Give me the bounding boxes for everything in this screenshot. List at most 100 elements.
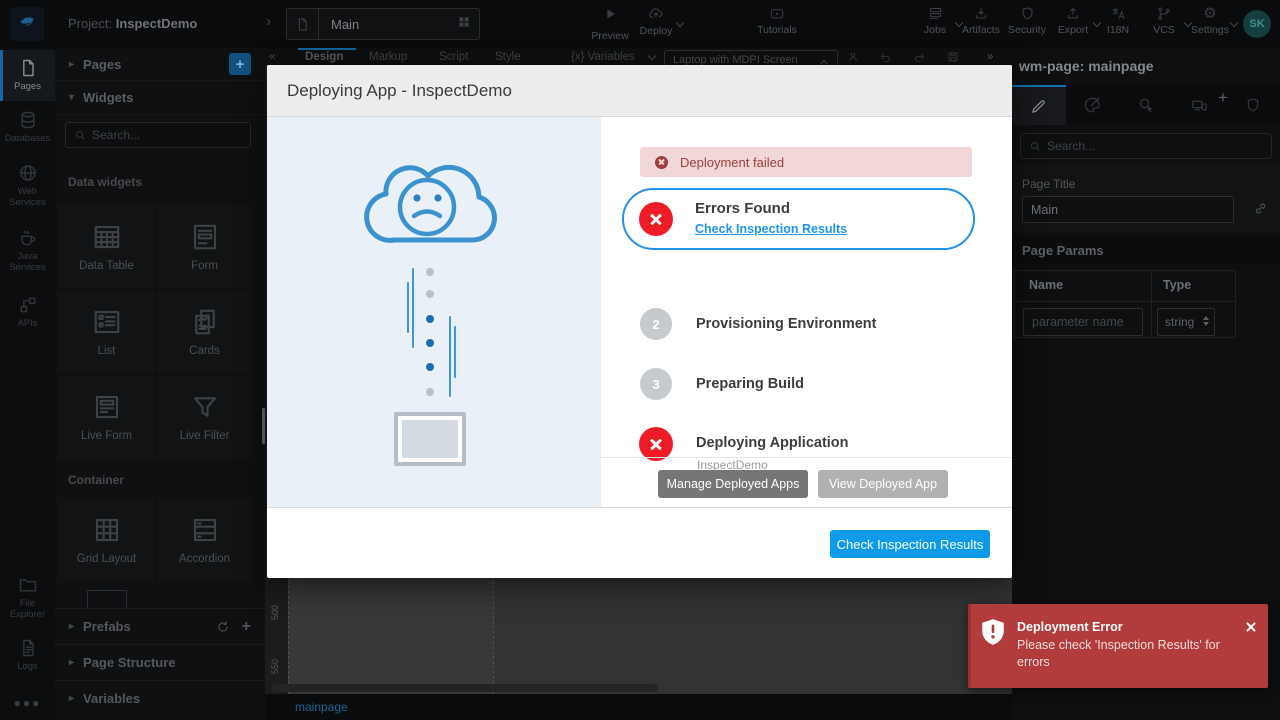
download-icon — [973, 6, 989, 21]
widget-card-grid-layout[interactable]: Grid Layout — [58, 498, 155, 582]
wavemaker-logo-icon[interactable] — [10, 7, 44, 41]
param-type-select[interactable]: string — [1157, 308, 1215, 336]
manage-deployed-apps-button[interactable]: Manage Deployed Apps — [658, 470, 808, 498]
divider — [601, 457, 1012, 458]
git-branch-icon — [1156, 6, 1172, 21]
shield-icon — [1245, 97, 1261, 113]
jobs-button[interactable]: Jobs — [912, 6, 958, 36]
save-icon[interactable] — [947, 51, 959, 63]
user-avatar[interactable]: SK — [1243, 10, 1271, 38]
param-name-input[interactable] — [1023, 308, 1143, 336]
modal-header: Deploying App - InspectDemo — [267, 65, 1012, 117]
tutorials-button[interactable]: Tutorials — [754, 6, 800, 36]
device-selector[interactable]: Laptop with MDPI Screen — [664, 50, 838, 65]
active-page-label[interactable]: mainpage — [295, 700, 348, 714]
settings-button[interactable]: ⚙ Settings — [1187, 6, 1233, 36]
property-search-input[interactable] — [1047, 139, 1237, 153]
widget-card-accordion[interactable]: Accordion — [156, 498, 253, 582]
toast-message: Please check 'Inspection Results' for er… — [1017, 637, 1232, 671]
progress-dot — [426, 363, 434, 371]
vcs-button[interactable]: VCS — [1141, 6, 1187, 36]
collapse-right-icon[interactable]: » — [987, 51, 993, 63]
security-button[interactable]: Security — [1004, 6, 1050, 36]
widget-search-input[interactable] — [92, 128, 232, 142]
section-prefabs[interactable]: ▸ Prefabs + — [55, 608, 265, 644]
step-errors-found[interactable]: Errors Found Check Inspection Results — [622, 188, 975, 250]
sidebar-item-databases[interactable]: Databases — [0, 110, 55, 145]
widget-card-live-filter[interactable]: Live Filter — [156, 375, 253, 459]
search-cursor-icon — [1137, 96, 1155, 114]
error-x-icon — [639, 427, 673, 461]
view-deployed-app-button[interactable]: View Deployed App — [818, 470, 948, 498]
panel-scrollbar[interactable] — [262, 408, 265, 444]
user-icon[interactable] — [847, 51, 859, 63]
status-bar: mainpage — [265, 694, 1012, 720]
artifacts-button[interactable]: Artifacts — [958, 6, 1004, 36]
upload-icon — [1065, 6, 1081, 21]
widget-card-list[interactable]: List — [58, 290, 155, 374]
close-icon[interactable] — [1244, 620, 1258, 634]
check-inspection-results-link[interactable]: Check Inspection Results — [695, 222, 847, 236]
gear-icon: ⚙ — [1203, 6, 1216, 21]
sidebar-item-java-services[interactable]: Java Services — [0, 228, 55, 274]
page-title-input[interactable] — [1022, 196, 1234, 223]
preview-button[interactable]: Preview — [587, 6, 633, 42]
cloud-upload-icon — [647, 6, 665, 22]
progress-dot — [426, 339, 434, 347]
refresh-icon[interactable] — [216, 620, 230, 634]
bind-link-icon[interactable] — [1253, 201, 1268, 216]
shield-alert-icon — [980, 618, 1006, 651]
section-variables[interactable]: ▸ Variables — [55, 680, 265, 716]
add-prefab-icon[interactable]: + — [242, 618, 251, 636]
sidebar-item-logs[interactable]: Logs — [0, 638, 55, 673]
sidebar-item-file-explorer[interactable]: File Explorer — [0, 575, 55, 621]
page-title-label: Page Title — [1022, 177, 1075, 191]
widget-card-live-form[interactable]: Live Form — [58, 375, 155, 459]
tab-design[interactable]: Design — [305, 51, 343, 63]
variables-button[interactable]: {x} Variables — [571, 51, 635, 63]
tab-security[interactable] — [1226, 85, 1280, 125]
modal-footer: Check Inspection Results — [267, 507, 1012, 577]
collapse-left-icon[interactable]: « — [269, 51, 275, 63]
section-page-structure[interactable]: ▸ Page Structure — [55, 644, 265, 680]
sidebar-item-web-services[interactable]: Web Services — [0, 163, 55, 209]
more-options-icon[interactable]: ●●● — [0, 696, 55, 710]
undo-icon[interactable] — [879, 51, 892, 63]
add-param-button[interactable]: + — [1218, 88, 1228, 108]
add-page-button[interactable]: + — [229, 53, 251, 75]
sidebar-item-apis[interactable]: APIs — [0, 295, 55, 330]
alert-text: Deployment failed — [680, 155, 784, 170]
i18n-button[interactable]: I18N — [1095, 6, 1141, 36]
check-inspection-results-button[interactable]: Check Inspection Results — [830, 530, 990, 558]
progress-dot — [426, 315, 434, 323]
page-params-header: Page Params — [1012, 236, 1280, 264]
horizontal-scrollbar[interactable] — [272, 684, 658, 692]
chevron-right-icon: ▸ — [69, 59, 74, 70]
step-number-badge: 3 — [640, 368, 672, 400]
widget-card-cards[interactable]: Cards — [156, 290, 253, 374]
tab-style[interactable]: Style — [495, 51, 521, 63]
widget-search — [65, 122, 251, 148]
tab-events[interactable] — [1119, 85, 1173, 125]
canvas-toolbar: « Design Markup Script Style {x} Variabl… — [265, 48, 1012, 65]
grid-view-icon[interactable] — [457, 15, 471, 34]
chevron-down-icon — [648, 52, 656, 60]
widget-card-data-table[interactable]: Data Table — [58, 205, 155, 289]
tab-properties[interactable] — [1012, 85, 1066, 125]
deployment-failed-alert: Deployment failed — [640, 147, 972, 177]
sidebar-item-pages[interactable]: Pages — [0, 50, 55, 101]
page-tab-main[interactable]: Main — [286, 8, 480, 40]
deploy-button[interactable]: Deploy — [633, 6, 679, 37]
widgets-section-header[interactable]: ▾ Widgets — [55, 81, 265, 115]
page-tab-label: Main — [331, 17, 359, 32]
step-number-badge: 2 — [640, 308, 672, 340]
tab-styles[interactable] — [1066, 85, 1120, 125]
tab-script[interactable]: Script — [439, 51, 468, 63]
redo-icon[interactable] — [913, 51, 926, 63]
pages-section-header[interactable]: ▸ Pages + — [55, 48, 265, 81]
tab-markup[interactable]: Markup — [369, 51, 407, 63]
export-button[interactable]: Export — [1050, 6, 1096, 36]
widget-card-form[interactable]: Form — [156, 205, 253, 289]
group-title-data-widgets: Data widgets — [68, 175, 142, 189]
chevron-down-icon — [676, 19, 684, 27]
